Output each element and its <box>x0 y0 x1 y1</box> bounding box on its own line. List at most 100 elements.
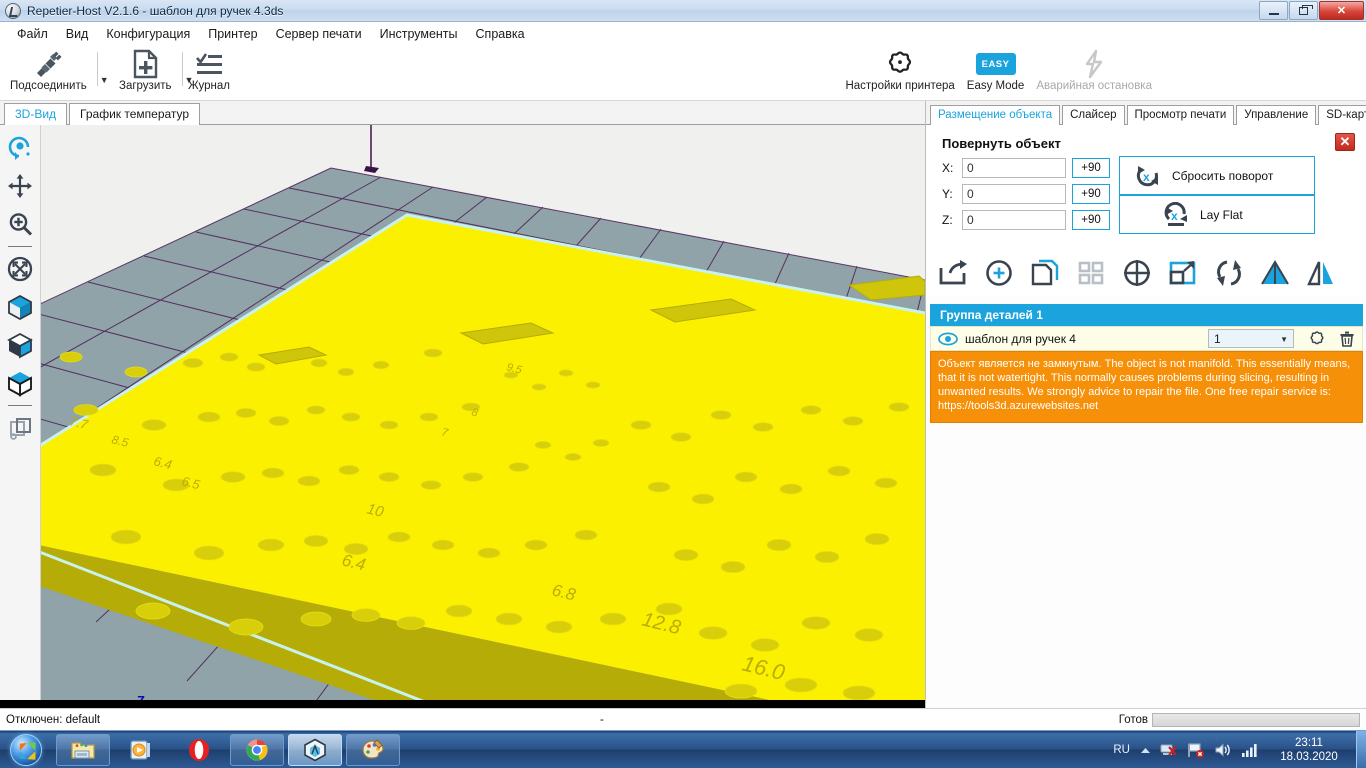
speaker-icon[interactable] <box>1214 742 1232 758</box>
cube-open-icon <box>8 372 32 397</box>
menu-printer[interactable]: Принтер <box>199 24 266 44</box>
windows-start-orb-icon <box>10 733 42 766</box>
taskbar-paint[interactable] <box>346 733 400 766</box>
reset-rotation-button[interactable]: x Сбросить поворот <box>1119 156 1315 195</box>
printer-settings-button[interactable]: Настройки принтера <box>839 46 960 92</box>
rotate-panel-close-icon[interactable]: ✕ <box>1335 133 1355 151</box>
right-panel: Размещение объекта Слайсер Просмотр печа… <box>925 101 1366 708</box>
plug-connect-icon <box>33 49 63 79</box>
menu-help[interactable]: Справка <box>467 24 534 44</box>
object-settings-button[interactable] <box>1302 330 1332 348</box>
maximize-button[interactable] <box>1289 1 1318 20</box>
cut-object-button[interactable] <box>1256 254 1294 292</box>
taskbar-chrome[interactable] <box>230 733 284 766</box>
eye-icon[interactable] <box>931 332 965 346</box>
main-toolbar: Подсоединить ▼ Загрузить ▼ Журнал Настро… <box>0 46 1366 101</box>
chevron-up-icon[interactable] <box>1140 745 1151 756</box>
scene-3d: 7.7 8.5 6.4 6.5 10 6.4 6.8 12.8 16.0 9.5… <box>41 125 925 700</box>
easy-mode-label: Easy Mode <box>966 80 1025 92</box>
log-button[interactable]: Журнал <box>182 46 236 92</box>
center-object-button[interactable] <box>1118 254 1156 292</box>
tab-3d-view[interactable]: 3D-Вид <box>4 103 68 125</box>
input-language[interactable]: RU <box>1113 744 1130 756</box>
autoposition-button[interactable] <box>1072 254 1110 292</box>
tab-temperature-graph[interactable]: График температур <box>69 103 201 125</box>
rotate-z-input[interactable] <box>962 210 1066 230</box>
chevron-down-icon: ▼ <box>1280 335 1288 344</box>
viewport-3d[interactable]: 7.7 8.5 6.4 6.5 10 6.4 6.8 12.8 16.0 9.5… <box>41 125 925 700</box>
circle-cross-icon <box>1124 260 1150 286</box>
viewport-tabs: 3D-Вид График температур <box>0 101 925 125</box>
menu-config[interactable]: Конфигурация <box>97 24 199 44</box>
window-titlebar: Repetier-Host V2.1.6 - шаблон для ручек … <box>0 0 1366 22</box>
side-tabs: Размещение объекта Слайсер Просмотр печа… <box>926 101 1366 125</box>
menu-file[interactable]: Файл <box>8 24 57 44</box>
object-tools-row <box>926 249 1366 297</box>
rotate-y-input[interactable] <box>962 184 1066 204</box>
tab-manual-control[interactable]: Управление <box>1236 105 1317 125</box>
show-desktop-button[interactable] <box>1356 731 1366 768</box>
close-button[interactable]: ✕ <box>1319 1 1364 20</box>
cube-overlay-icon <box>10 418 31 440</box>
rotate-arrows-icon <box>1217 260 1241 286</box>
rotate-x-label: X: <box>942 161 954 175</box>
minimize-button[interactable] <box>1259 1 1288 20</box>
log-label: Журнал <box>188 80 230 92</box>
rotate-y-plus90-button[interactable]: +90 <box>1072 184 1110 204</box>
tab-sd-card[interactable]: SD-карта <box>1318 105 1366 125</box>
taskbar-clock[interactable]: 23:11 18.03.2020 <box>1268 736 1350 764</box>
zoom-view-tool[interactable] <box>2 205 38 243</box>
tab-slicer[interactable]: Слайсер <box>1062 105 1125 125</box>
taskbar-opera[interactable] <box>172 734 226 766</box>
scale-object-button[interactable] <box>1164 254 1202 292</box>
object-delete-button[interactable] <box>1332 330 1362 348</box>
signal-bars-icon[interactable] <box>1241 742 1259 758</box>
taskbar-explorer[interactable] <box>56 733 110 766</box>
manifold-warning: Объект является не замкнутым. The object… <box>930 351 1363 423</box>
object-count-dropdown[interactable]: 1 ▼ <box>1208 329 1294 348</box>
lay-flat-button[interactable]: x Lay Flat <box>1119 195 1315 234</box>
rotate-object-button[interactable] <box>1210 254 1248 292</box>
taskbar-repetier[interactable] <box>288 733 342 766</box>
start-button[interactable] <box>0 732 52 768</box>
menu-print-server[interactable]: Сервер печати <box>267 24 371 44</box>
network-error-icon[interactable] <box>1160 742 1178 758</box>
view-mode-shaded[interactable] <box>2 326 38 364</box>
easy-mode-button[interactable]: EASY Easy Mode <box>961 46 1031 92</box>
rotate-view-tool[interactable] <box>2 129 38 167</box>
view-mode-overlay[interactable] <box>2 409 38 447</box>
tab-object-placement[interactable]: Размещение объекта <box>930 105 1061 125</box>
scale-arrow-icon <box>1169 261 1196 285</box>
add-object-button[interactable] <box>980 254 1018 292</box>
object-count-value: 1 <box>1214 331 1221 346</box>
copy-object-button[interactable] <box>1026 254 1064 292</box>
connect-dropdown-caret[interactable]: ▼ <box>100 75 109 85</box>
fit-view-tool[interactable] <box>2 250 38 288</box>
menu-view[interactable]: Вид <box>57 24 98 44</box>
menu-tools[interactable]: Инструменты <box>371 24 467 44</box>
rotate-z-plus90-button[interactable]: +90 <box>1072 210 1110 230</box>
status-bar: Отключен: default - Готов <box>0 708 1366 730</box>
paint-palette-icon <box>362 738 384 759</box>
action-center-flag-icon[interactable] <box>1187 742 1205 758</box>
load-button[interactable]: Загрузить <box>113 46 178 92</box>
main-menubar: Файл Вид Конфигурация Принтер Сервер печ… <box>0 22 1366 46</box>
view-tool-strip <box>0 125 41 700</box>
tab-print-preview[interactable]: Просмотр печати <box>1126 105 1235 125</box>
emergency-stop-button[interactable]: Аварийная остановка <box>1030 46 1158 92</box>
pan-view-tool[interactable] <box>2 167 38 205</box>
view-mode-wire[interactable] <box>2 364 38 402</box>
export-object-button[interactable] <box>934 254 972 292</box>
gear-icon <box>1310 330 1324 344</box>
object-list-row[interactable]: шаблон для ручек 4 1 ▼ <box>930 326 1363 351</box>
taskbar-media-player[interactable] <box>114 734 168 766</box>
mirror-object-button[interactable] <box>1302 254 1340 292</box>
connect-button[interactable]: Подсоединить <box>4 46 93 92</box>
window-title: Repetier-Host V2.1.6 - шаблон для ручек … <box>27 3 284 18</box>
view-mode-solid[interactable] <box>2 288 38 326</box>
fit-to-screen-icon <box>7 256 33 282</box>
rotate-x-plus90-button[interactable]: +90 <box>1072 158 1110 178</box>
printer-settings-label: Настройки принтера <box>845 80 955 92</box>
tool-divider-1 <box>8 246 32 247</box>
rotate-x-input[interactable] <box>962 158 1066 178</box>
